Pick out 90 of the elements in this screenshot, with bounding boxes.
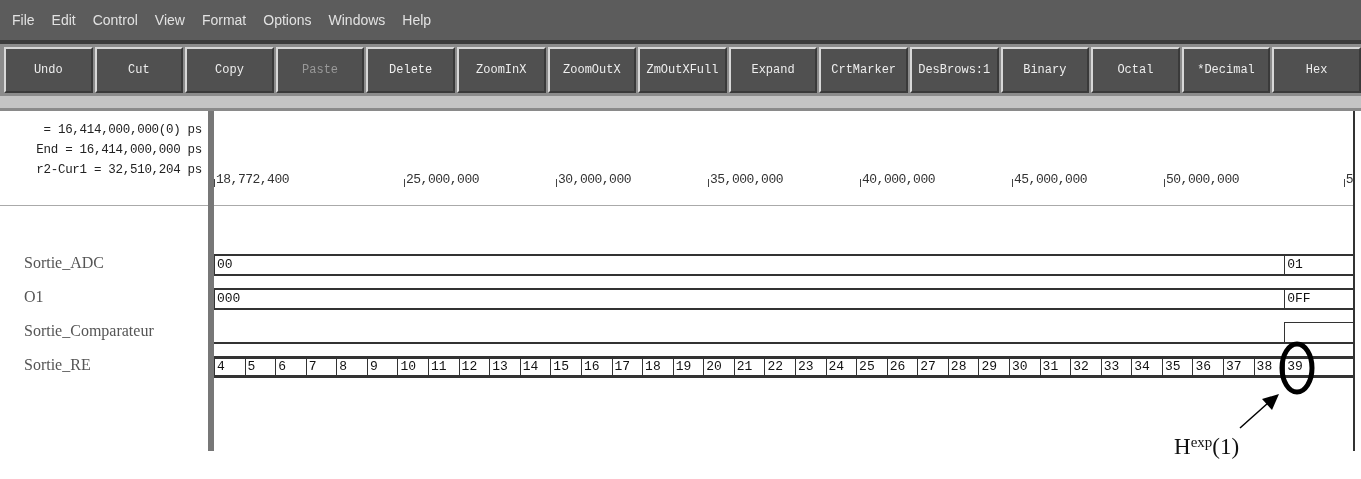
- bus-value: 23: [794, 356, 826, 378]
- toolbar-button[interactable]: Expand: [728, 47, 818, 93]
- bus-value: 16: [580, 356, 612, 378]
- menu-item[interactable]: Format: [201, 12, 247, 28]
- bus-value: 7: [305, 356, 337, 378]
- tick-mark: [1164, 179, 1165, 187]
- arrow: [1239, 394, 1279, 429]
- bus-value: 28: [947, 356, 979, 378]
- bus-value: 15: [550, 356, 581, 378]
- bus-value: 30: [1009, 356, 1040, 378]
- cursor-info: = 16,414,000,000(0) ps: [43, 122, 202, 139]
- bus-value: 39: [1284, 356, 1353, 378]
- bus-value: 22: [764, 356, 795, 378]
- toolbar-button[interactable]: Undo: [4, 47, 93, 93]
- toolbar-button[interactable]: ZmOutXFull: [638, 47, 727, 93]
- bus-value: 24: [825, 356, 857, 378]
- tick-label: 50,000,000: [1166, 173, 1239, 187]
- signal-name[interactable]: Sortie_ADC: [24, 252, 104, 274]
- toolbar-button[interactable]: ZoomOutX: [547, 47, 637, 93]
- signal-name[interactable]: Sortie_Comparateur: [24, 320, 154, 342]
- tick-label: 35,000,000: [710, 173, 783, 187]
- menu-item[interactable]: Edit: [51, 12, 76, 28]
- bus-value: 19: [672, 356, 704, 378]
- bus-value: 17: [611, 356, 643, 378]
- cursor-info: End = 16,414,000,000 ps: [36, 142, 202, 159]
- bus-value: 13: [489, 356, 520, 378]
- menu-item[interactable]: View: [154, 12, 185, 28]
- annotation-label: H$^{exp}$(1): [1174, 433, 1240, 461]
- tick-mark: [556, 179, 557, 187]
- tick-label: 5: [1345, 173, 1353, 187]
- bus-value: 14: [519, 356, 551, 378]
- bus-value: 0FF: [1284, 288, 1353, 310]
- bus-value: 37: [1223, 356, 1254, 378]
- tick-label: 30,000,000: [558, 173, 631, 187]
- menu-item[interactable]: Help: [402, 12, 432, 28]
- tick-label: 45,000,000: [1014, 173, 1087, 187]
- menu-item[interactable]: Options: [263, 12, 312, 28]
- bus-value: 29: [978, 356, 1009, 378]
- toolbar-button[interactable]: Hex: [1272, 47, 1361, 93]
- bus-value: 4: [214, 356, 245, 378]
- toolbar-button[interactable]: Delete: [366, 47, 455, 93]
- menu-item[interactable]: Control: [92, 12, 138, 28]
- bus-value: 34: [1131, 356, 1162, 378]
- tick-mark: [1012, 179, 1013, 187]
- waveform[interactable]: 00 01: [214, 254, 1353, 276]
- bus-value: 5: [244, 356, 276, 378]
- highlight-ellipse: [1279, 341, 1315, 395]
- bus-value: 000: [214, 288, 1285, 310]
- bus-value: 27: [917, 356, 948, 378]
- bus-value: 35: [1161, 356, 1193, 378]
- signal-name[interactable]: Sortie_RE: [24, 354, 91, 376]
- tick-mark: [1343, 179, 1345, 187]
- signal-name[interactable]: O1: [24, 286, 44, 308]
- bus-value: 12: [458, 356, 490, 378]
- tick-label: 40,000,000: [862, 173, 935, 187]
- tick-mark: [404, 179, 405, 187]
- toolbar-button[interactable]: ZoomInX: [456, 47, 546, 93]
- bus-value: 20: [703, 356, 734, 378]
- cursor-info: r2-Cur1 = 32,510,204 ps: [36, 162, 202, 179]
- bus-value: 6: [275, 356, 306, 378]
- menu-item[interactable]: File: [12, 12, 35, 28]
- tick-mark: [214, 179, 215, 187]
- tick-label: 25,000,000: [406, 173, 479, 187]
- bus-value: 26: [886, 356, 918, 378]
- tick-mark: [860, 179, 861, 187]
- toolbar-button[interactable]: CrtMarker: [819, 47, 908, 93]
- bus-value: 9: [366, 356, 398, 378]
- bus-value: 10: [397, 356, 429, 378]
- bus-value: 31: [1039, 356, 1071, 378]
- bus-value: 8: [336, 356, 367, 378]
- bus-value: 25: [856, 356, 887, 378]
- toolbar-button[interactable]: Octal: [1091, 47, 1180, 93]
- tick-mark: [708, 179, 709, 187]
- waveform[interactable]: 4 5 6 7 8 9 10 11 12 13 14 15 16 17 18 19 20 21 22 23 24 25 26 27 28 29 30 31 32 33 34 35 36 37 38 39: [214, 356, 1353, 378]
- toolbar-button[interactable]: DesBrows:1: [909, 47, 999, 93]
- toolbar-button[interactable]: *Decimal: [1181, 47, 1271, 93]
- bus-value: 18: [642, 356, 673, 378]
- waveform[interactable]: 000 0FF: [214, 288, 1353, 310]
- bus-value: 33: [1100, 356, 1132, 378]
- bus-value: 36: [1192, 356, 1224, 378]
- bus-value: 11: [428, 356, 459, 378]
- tick-label: 18,772,400: [216, 173, 289, 187]
- menu-item[interactable]: Windows: [328, 12, 386, 28]
- toolbar-button[interactable]: Cut: [94, 47, 184, 93]
- toolbar-button[interactable]: Copy: [185, 47, 274, 93]
- bus-value: 01: [1284, 254, 1353, 276]
- bus-value: 00: [214, 254, 1285, 276]
- bus-value: 32: [1070, 356, 1101, 378]
- bus-value: 21: [733, 356, 765, 378]
- toolbar-button[interactable]: Binary: [1000, 47, 1090, 93]
